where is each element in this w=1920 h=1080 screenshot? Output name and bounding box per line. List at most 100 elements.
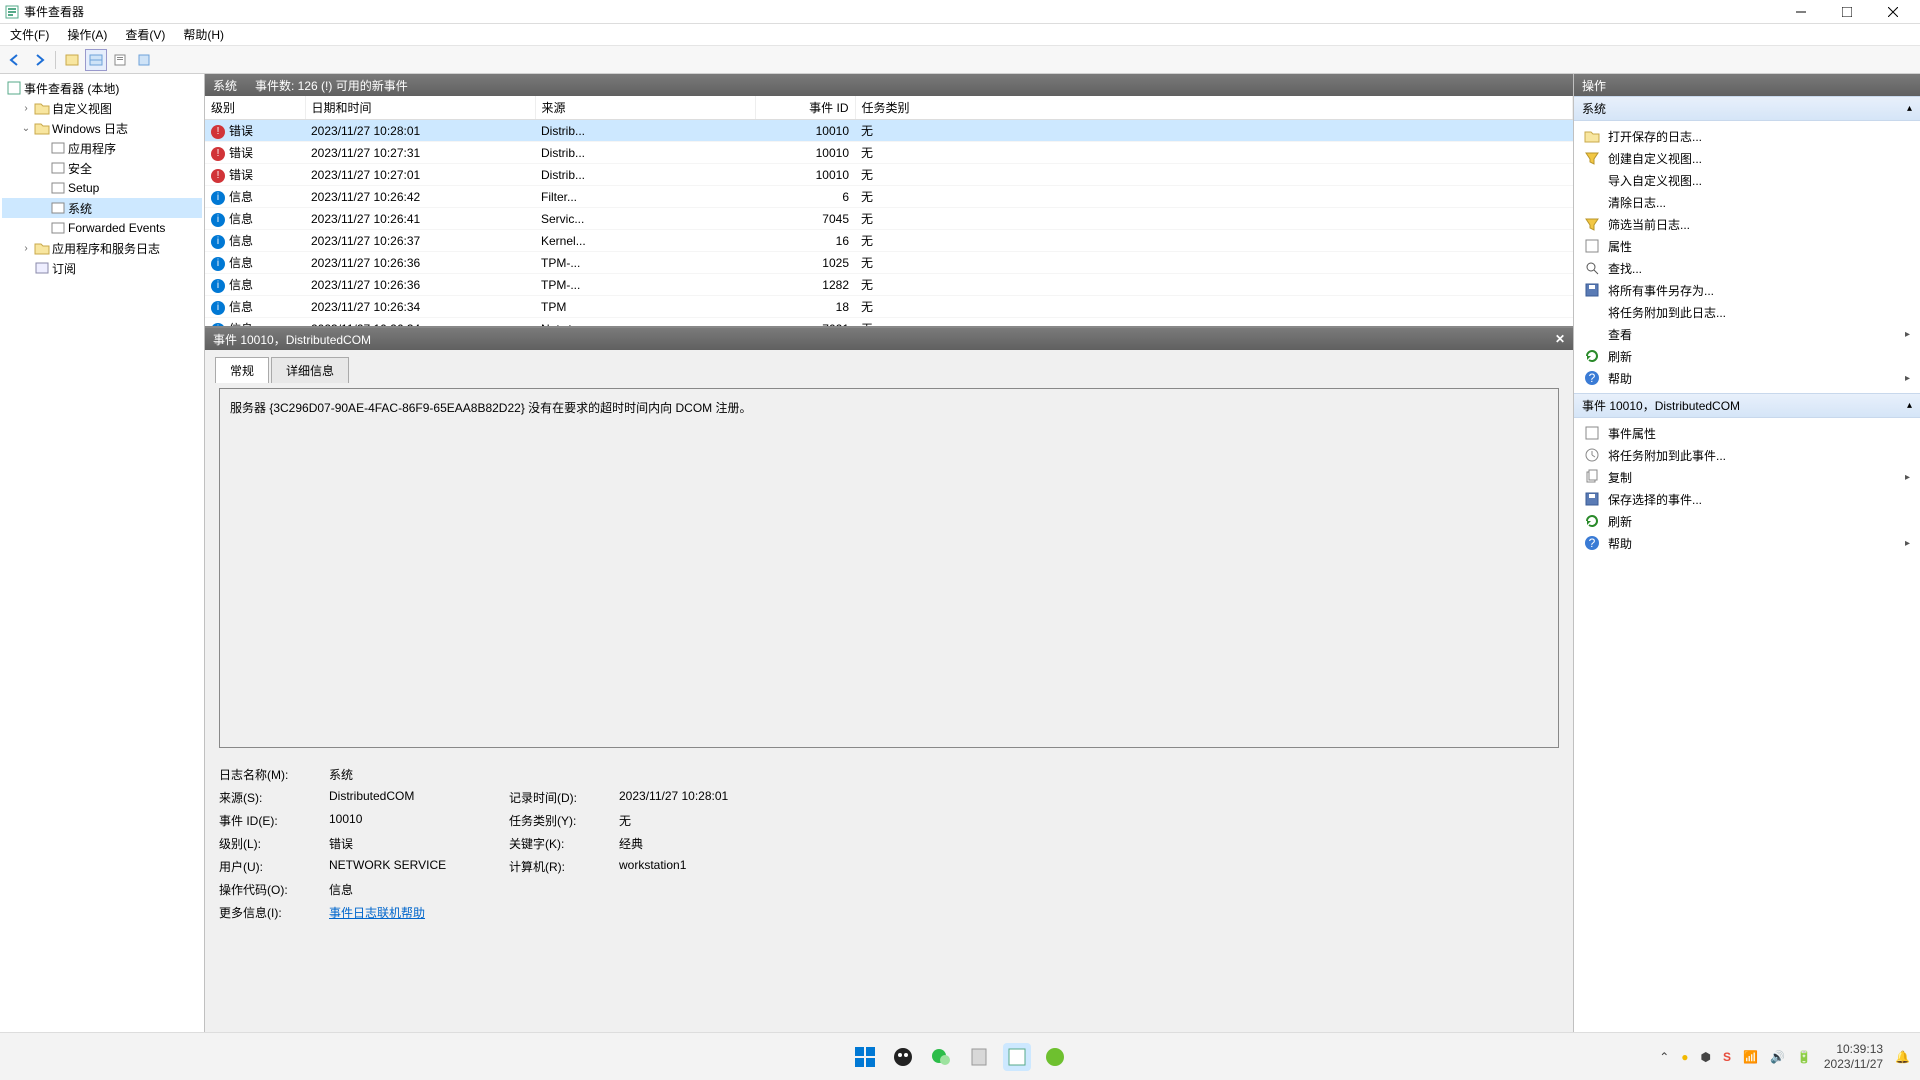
taskbar-clock[interactable]: 10:39:13 2023/11/27 (1824, 1042, 1883, 1071)
event-row[interactable]: i信息2023/11/27 10:26:34TPM18无 (205, 296, 1573, 318)
tray-icon[interactable]: ⬢ (1701, 1050, 1711, 1064)
properties-button[interactable] (109, 49, 131, 71)
info-icon: i (211, 301, 225, 315)
tray-icon[interactable]: ● (1681, 1050, 1688, 1064)
help-button[interactable] (133, 49, 155, 71)
event-row[interactable]: i信息2023/11/27 10:26:36TPM-...1025无 (205, 252, 1573, 274)
action-create-custom-view[interactable]: 创建自定义视图... (1574, 147, 1920, 169)
col-source[interactable]: 来源 (535, 96, 755, 120)
col-datetime[interactable]: 日期和时间 (305, 96, 535, 120)
action-help[interactable]: ?帮助▸ (1574, 367, 1920, 389)
event-row[interactable]: i信息2023/11/27 10:26:41Servic...7045无 (205, 208, 1573, 230)
collapse-icon[interactable]: ⌄ (20, 123, 32, 134)
show-tree-button[interactable] (61, 49, 83, 71)
tray-icon[interactable]: S (1723, 1050, 1731, 1064)
help-icon: ? (1584, 370, 1600, 386)
action-view[interactable]: 查看▸ (1574, 323, 1920, 345)
chevron-right-icon: ▸ (1905, 472, 1910, 483)
minimize-button[interactable] (1778, 1, 1824, 23)
action-event-properties[interactable]: 事件属性 (1574, 422, 1920, 444)
wifi-icon[interactable]: 📶 (1743, 1050, 1758, 1064)
volume-icon[interactable]: 🔊 (1770, 1050, 1785, 1064)
action-properties[interactable]: 属性 (1574, 235, 1920, 257)
preview-pane-button[interactable] (85, 49, 107, 71)
tray-chevron-icon[interactable]: ⌃ (1659, 1050, 1669, 1064)
action-attach-task-log[interactable]: 将任务附加到此日志... (1574, 301, 1920, 323)
properties-icon (1584, 238, 1600, 254)
prop-opcode-v: 信息 (329, 881, 509, 898)
tab-details[interactable]: 详细信息 (271, 357, 349, 383)
forward-button[interactable] (28, 49, 50, 71)
tree-forwarded[interactable]: Forwarded Events (2, 218, 202, 238)
tree-security[interactable]: 安全 (2, 158, 202, 178)
menu-help[interactable]: 帮助(H) (179, 24, 228, 45)
menu-view[interactable]: 查看(V) (121, 24, 169, 45)
event-row[interactable]: i信息2023/11/27 10:26:36TPM-...1282无 (205, 274, 1573, 296)
action-copy[interactable]: 复制▸ (1574, 466, 1920, 488)
action-save-all-events[interactable]: 将所有事件另存为... (1574, 279, 1920, 301)
tree-system[interactable]: 系统 (2, 198, 202, 218)
col-task[interactable]: 任务类别 (855, 96, 1573, 120)
back-button[interactable] (4, 49, 26, 71)
expand-icon[interactable]: › (20, 103, 32, 114)
taskbar-app-eventviewer[interactable] (1003, 1043, 1031, 1071)
action-attach-task-event[interactable]: 将任务附加到此事件... (1574, 444, 1920, 466)
tree-setup[interactable]: Setup (2, 178, 202, 198)
start-button[interactable] (851, 1043, 879, 1071)
system-tray[interactable]: ⌃ ● ⬢ S 📶 🔊 🔋 10:39:13 2023/11/27 🔔 (1659, 1042, 1920, 1071)
action-import-custom-view[interactable]: 导入自定义视图... (1574, 169, 1920, 191)
taskbar-app-recycle[interactable] (965, 1043, 993, 1071)
action-refresh[interactable]: 刷新 (1574, 345, 1920, 367)
event-row[interactable]: i信息2023/11/27 10:26:42Filter...6无 (205, 186, 1573, 208)
events-header: 系统 事件数: 126 (!) 可用的新事件 (205, 74, 1573, 96)
menu-file[interactable]: 文件(F) (6, 24, 53, 45)
event-row[interactable]: !错误2023/11/27 10:28:01Distrib...10010无 (205, 120, 1573, 142)
event-row[interactable]: i信息2023/11/27 10:26:34Netwt...7021无 (205, 318, 1573, 329)
actions-pane: 操作 系统▴ 打开保存的日志... 创建自定义视图... 导入自定义视图... … (1574, 74, 1920, 1032)
action-save-selected[interactable]: 保存选择的事件... (1574, 488, 1920, 510)
prop-logged-v: 2023/11/27 10:28:01 (619, 789, 819, 806)
filter-icon (1584, 150, 1600, 166)
action-find[interactable]: 查找... (1574, 257, 1920, 279)
prop-moreinfo-k: 更多信息(I): (219, 904, 329, 921)
tree-subscriptions[interactable]: 订阅 (2, 258, 202, 278)
col-eventid[interactable]: 事件 ID (755, 96, 855, 120)
tree-windows-logs[interactable]: ⌄Windows 日志 (2, 118, 202, 138)
event-row[interactable]: !错误2023/11/27 10:27:01Distrib...10010无 (205, 164, 1573, 186)
taskbar[interactable]: ⌃ ● ⬢ S 📶 🔊 🔋 10:39:13 2023/11/27 🔔 (0, 1032, 1920, 1080)
events-grid-wrap[interactable]: 级别 日期和时间 来源 事件 ID 任务类别 !错误2023/11/27 10:… (205, 96, 1573, 328)
battery-icon[interactable]: 🔋 (1797, 1050, 1812, 1064)
close-button[interactable] (1870, 1, 1916, 23)
event-row[interactable]: i信息2023/11/27 10:26:37Kernel...16无 (205, 230, 1573, 252)
action-open-saved-log[interactable]: 打开保存的日志... (1574, 125, 1920, 147)
navigation-tree[interactable]: 事件查看器 (本地) ›自定义视图 ⌄Windows 日志 应用程序 安全 Se… (0, 74, 205, 1032)
actions-section-event[interactable]: 事件 10010，DistributedCOM▴ (1574, 393, 1920, 418)
actions-section-system[interactable]: 系统▴ (1574, 96, 1920, 121)
tree-custom-views[interactable]: ›自定义视图 (2, 98, 202, 118)
expand-icon[interactable]: › (20, 243, 32, 254)
tab-general[interactable]: 常规 (215, 357, 269, 383)
tree-application[interactable]: 应用程序 (2, 138, 202, 158)
action-help-2[interactable]: ?帮助▸ (1574, 532, 1920, 554)
tree-app-service-logs[interactable]: ›应用程序和服务日志 (2, 238, 202, 258)
prop-moreinfo-link[interactable]: 事件日志联机帮助 (329, 904, 509, 921)
menu-action[interactable]: 操作(A) (63, 24, 111, 45)
taskbar-app-qq[interactable] (889, 1043, 917, 1071)
prop-keywords-v: 经典 (619, 835, 819, 852)
toolbar-separator (55, 51, 56, 69)
event-row[interactable]: !错误2023/11/27 10:27:31Distrib...10010无 (205, 142, 1573, 164)
col-level[interactable]: 级别 (205, 96, 305, 120)
taskbar-app-browser[interactable] (1041, 1043, 1069, 1071)
taskbar-app-wechat[interactable] (927, 1043, 955, 1071)
action-refresh-2[interactable]: 刷新 (1574, 510, 1920, 532)
collapse-icon: ▴ (1907, 103, 1912, 114)
events-grid[interactable]: 级别 日期和时间 来源 事件 ID 任务类别 !错误2023/11/27 10:… (205, 96, 1573, 328)
maximize-button[interactable] (1824, 1, 1870, 23)
detail-close-button[interactable]: ✕ (1555, 332, 1565, 346)
action-clear-log[interactable]: 清除日志... (1574, 191, 1920, 213)
tree-root[interactable]: 事件查看器 (本地) (2, 78, 202, 98)
notifications-icon[interactable]: 🔔 (1895, 1050, 1910, 1064)
toolbar (0, 46, 1920, 74)
action-filter-log[interactable]: 筛选当前日志... (1574, 213, 1920, 235)
prop-opcode-k: 操作代码(O): (219, 881, 329, 898)
